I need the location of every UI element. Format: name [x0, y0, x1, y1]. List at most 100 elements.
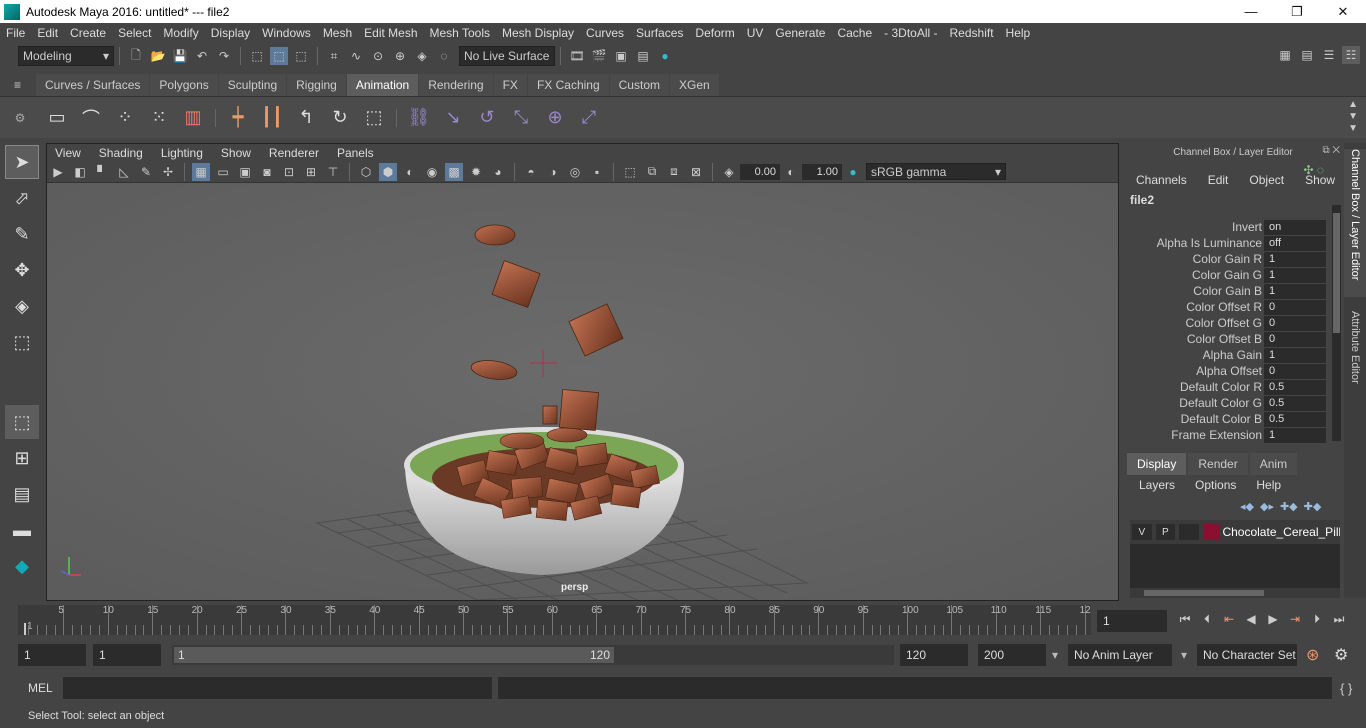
- menu-modify[interactable]: Modify: [157, 26, 204, 40]
- select-hierarchy-icon[interactable]: ⬚: [248, 47, 266, 65]
- current-frame-field[interactable]: 1: [1097, 610, 1167, 632]
- use-all-lights-icon[interactable]: ✹: [467, 163, 485, 181]
- layer-menu-options[interactable]: Options: [1183, 478, 1244, 492]
- move-layer-down-icon[interactable]: ◆▸: [1260, 500, 1274, 513]
- attribute-label[interactable]: Frame Extension: [1122, 428, 1264, 442]
- scale-constraint-icon[interactable]: ⤡: [507, 104, 535, 132]
- attribute-value[interactable]: 1: [1264, 251, 1326, 267]
- channel-box-options-icon[interactable]: ✣ ◌: [1303, 163, 1324, 177]
- snap-view-icon[interactable]: ⊕: [391, 47, 409, 65]
- panel-menu-shading[interactable]: Shading: [91, 146, 153, 160]
- wireframe-icon[interactable]: ⬡: [357, 163, 375, 181]
- close-button[interactable]: ✕: [1320, 0, 1366, 23]
- menu-3dtoall[interactable]: - 3DtoAll -: [878, 26, 943, 40]
- chevron-down-icon[interactable]: ▾: [1052, 648, 1058, 662]
- end-time-field[interactable]: 200: [978, 644, 1046, 666]
- menu-deform[interactable]: Deform: [689, 26, 740, 40]
- playback-end-field[interactable]: 120: [900, 644, 968, 666]
- open-scene-icon[interactable]: 📂: [149, 47, 167, 65]
- attribute-editor-toggle-icon[interactable]: ☰: [1320, 46, 1338, 64]
- channel-box-menu-object[interactable]: Object: [1235, 173, 1291, 187]
- hypershade-icon[interactable]: ●: [656, 47, 674, 65]
- attribute-label[interactable]: Color Offset G: [1122, 316, 1264, 330]
- render-view-icon[interactable]: ▤: [634, 47, 652, 65]
- 2d-pan-zoom-icon[interactable]: ✢: [159, 163, 177, 181]
- channel-box-toggle-icon[interactable]: ☷: [1342, 46, 1360, 64]
- gamma-icon[interactable]: ◐: [782, 163, 800, 181]
- render-settings-icon[interactable]: 🎞: [568, 47, 586, 65]
- character-set-field[interactable]: No Character Set: [1197, 644, 1297, 666]
- rotate-tool-icon[interactable]: ◈: [5, 289, 39, 323]
- xray-icon[interactable]: ⧉: [643, 163, 661, 181]
- channel-box-scrollbar[interactable]: [1332, 205, 1341, 441]
- new-layer-selected-icon[interactable]: ✚◆: [1304, 500, 1322, 513]
- film-gate-icon[interactable]: ▭: [214, 163, 232, 181]
- panel-menu-view[interactable]: View: [47, 146, 91, 160]
- attribute-label[interactable]: Default Color B: [1122, 412, 1264, 426]
- layer-menu-help[interactable]: Help: [1244, 478, 1289, 492]
- exposure-icon[interactable]: ◈: [720, 163, 738, 181]
- bookmark-icon[interactable]: ▘: [93, 163, 111, 181]
- menu-select[interactable]: Select: [112, 26, 157, 40]
- attribute-value[interactable]: 1: [1264, 267, 1326, 283]
- attribute-value[interactable]: 0: [1264, 331, 1326, 347]
- motion-blur-icon[interactable]: ◑: [544, 163, 562, 181]
- shelf-tab-curves-surfaces[interactable]: Curves / Surfaces: [36, 74, 150, 96]
- menu-display[interactable]: Display: [205, 26, 256, 40]
- menu-edit-mesh[interactable]: Edit Mesh: [358, 26, 423, 40]
- select-component-icon[interactable]: ⬚: [292, 47, 310, 65]
- paint-weights-icon[interactable]: ↻: [326, 104, 354, 132]
- persp-outliner-icon[interactable]: ▤: [5, 477, 39, 511]
- time-slider[interactable]: 1 5 10 15 20 25 30 35 40 45 50 55 60 65 70 75 80 85 90 95 10…: [18, 605, 1091, 635]
- menu-file[interactable]: File: [0, 26, 31, 40]
- attribute-value[interactable]: 0.5: [1264, 395, 1326, 411]
- grease-pencil-icon[interactable]: ✎: [137, 163, 155, 181]
- new-scene-icon[interactable]: 🗋: [127, 47, 145, 65]
- menuset-dropdown[interactable]: Modeling ▾: [18, 46, 114, 66]
- field-chart-icon[interactable]: ⊡: [280, 163, 298, 181]
- attribute-value[interactable]: 0.5: [1264, 379, 1326, 395]
- menu-mesh-display[interactable]: Mesh Display: [496, 26, 580, 40]
- attribute-label[interactable]: Default Color R: [1122, 380, 1264, 394]
- shelf-menu-icon[interactable]: ≡: [0, 74, 36, 96]
- orient-constraint-icon[interactable]: ↺: [473, 104, 501, 132]
- default-material-icon[interactable]: ◉: [423, 163, 441, 181]
- attribute-value[interactable]: 0: [1264, 315, 1326, 331]
- ipr-render-icon[interactable]: ▣: [612, 47, 630, 65]
- select-camera-icon[interactable]: ▶: [49, 163, 67, 181]
- snap-grid-icon[interactable]: ⌗: [325, 47, 343, 65]
- motion-trail-icon[interactable]: ⌒: [77, 104, 105, 132]
- workspace-icon[interactable]: ▦: [1276, 46, 1294, 64]
- grid-icon[interactable]: ▦: [192, 162, 210, 181]
- step-forward-frame-icon[interactable]: ⏵: [1308, 610, 1326, 628]
- layer-visibility-toggle[interactable]: V: [1132, 524, 1152, 540]
- attribute-label[interactable]: Alpha Is Luminance: [1122, 236, 1264, 250]
- shadows-icon[interactable]: ◕: [489, 163, 507, 181]
- safe-action-icon[interactable]: ⊞: [302, 163, 320, 181]
- shelf-tab-fx[interactable]: FX: [493, 74, 527, 96]
- menu-help[interactable]: Help: [1000, 26, 1037, 40]
- save-scene-icon[interactable]: 💾: [171, 47, 189, 65]
- attribute-value[interactable]: 1: [1264, 347, 1326, 363]
- single-perspective-view-icon[interactable]: ⬚: [5, 405, 39, 439]
- layer-tab-render[interactable]: Render: [1188, 453, 1248, 475]
- menu-surfaces[interactable]: Surfaces: [630, 26, 689, 40]
- lasso-tool-icon[interactable]: ⬀: [5, 181, 39, 215]
- snap-point-icon[interactable]: ⊙: [369, 47, 387, 65]
- bind-skin-icon[interactable]: ↰: [292, 104, 320, 132]
- layer-menu-layers[interactable]: Layers: [1127, 478, 1183, 492]
- attribute-value[interactable]: 0.5: [1264, 411, 1326, 427]
- perspective-viewport[interactable]: persp: [47, 183, 1118, 600]
- paint-select-tool-icon[interactable]: ✎: [5, 217, 39, 251]
- gamma-field[interactable]: 1.00: [802, 163, 842, 180]
- shelf-tab-custom[interactable]: Custom: [609, 74, 669, 96]
- ghost-icon[interactable]: ⁘: [111, 104, 139, 132]
- exposure-field[interactable]: 0.00: [740, 163, 780, 180]
- step-forward-key-icon[interactable]: ⇥: [1286, 610, 1304, 628]
- redo-icon[interactable]: ↷: [215, 47, 233, 65]
- select-tool-icon[interactable]: ➤: [5, 145, 39, 179]
- panel-menu-panels[interactable]: Panels: [329, 146, 384, 160]
- playback-start-field[interactable]: 1: [93, 644, 161, 666]
- screen-space-ao-icon[interactable]: ◓: [522, 163, 540, 181]
- joint-tool-icon[interactable]: ┿: [224, 104, 252, 132]
